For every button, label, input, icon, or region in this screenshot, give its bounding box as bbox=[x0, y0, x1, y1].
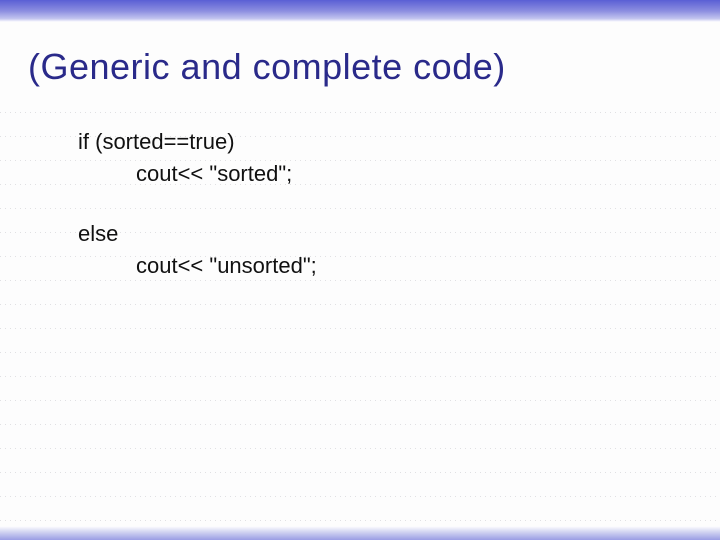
top-gradient-bar bbox=[0, 0, 720, 22]
code-line-cout-unsorted: cout<< "unsorted"; bbox=[78, 250, 720, 282]
blank-line bbox=[78, 190, 720, 218]
bottom-gradient-bar bbox=[0, 526, 720, 540]
code-line-else: else bbox=[78, 218, 720, 250]
slide-title: (Generic and complete code) bbox=[0, 22, 720, 106]
code-line-if: if (sorted==true) bbox=[78, 126, 720, 158]
code-block: if (sorted==true) cout<< "sorted"; else … bbox=[0, 126, 720, 282]
code-line-cout-sorted: cout<< "sorted"; bbox=[78, 158, 720, 190]
slide-content: if (sorted==true) cout<< "sorted"; else … bbox=[0, 106, 720, 282]
